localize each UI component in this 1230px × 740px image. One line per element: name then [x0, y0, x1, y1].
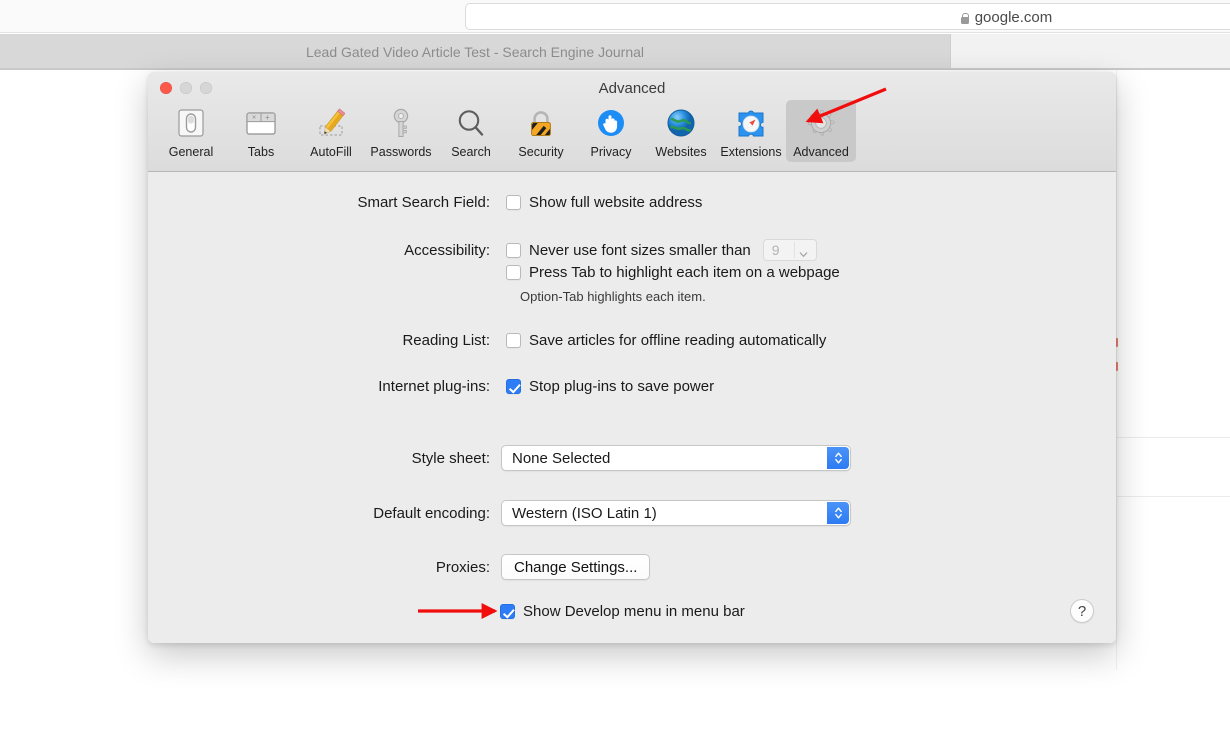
- toolbar-item-advanced[interactable]: Advanced: [786, 100, 856, 162]
- never-use-font-sizes-checkbox[interactable]: [506, 243, 521, 258]
- save-articles-offline-checkbox[interactable]: [506, 333, 521, 348]
- row-reading-list: Reading List: Save articles for offline …: [148, 332, 826, 349]
- toolbar-label: Extensions: [720, 145, 781, 159]
- toolbar-label: Search: [451, 145, 491, 159]
- default-encoding-select[interactable]: Western (ISO Latin 1): [501, 500, 851, 526]
- show-full-website-address-checkbox[interactable]: [506, 195, 521, 210]
- toolbar-item-privacy[interactable]: Privacy: [576, 100, 646, 162]
- smart-search-field-label: Smart Search Field:: [148, 194, 490, 211]
- preferences-toolbar: General × + Tabs: [156, 100, 856, 162]
- browser-tab-adjacent[interactable]: [950, 34, 1230, 69]
- proxies-label: Proxies:: [148, 559, 490, 576]
- style-sheet-label: Style sheet:: [148, 450, 490, 467]
- padlock-icon: [520, 104, 562, 144]
- lock-icon: [960, 12, 970, 24]
- stop-plugins-save-power-checkbox[interactable]: [506, 379, 521, 394]
- globe-icon: [660, 104, 702, 144]
- minifont-divider: [794, 242, 795, 258]
- tab-bar-divider: [0, 68, 1230, 70]
- toolbar-label: Tabs: [248, 145, 274, 159]
- press-tab-highlight-label: Press Tab to highlight each item on a we…: [529, 264, 840, 281]
- puzzle-compass-icon: [730, 104, 772, 144]
- minimum-font-size-value: 9: [764, 242, 780, 258]
- preferences-window: Advanced General: [148, 72, 1116, 643]
- browser-tab-title[interactable]: Lead Gated Video Article Test - Search E…: [0, 34, 950, 69]
- stop-plugins-save-power-label: Stop plug-ins to save power: [529, 378, 714, 395]
- browser-toolbar: google.com: [0, 0, 1230, 33]
- press-tab-highlight-checkbox[interactable]: [506, 265, 521, 280]
- toolbar-item-security[interactable]: Security: [506, 100, 576, 162]
- show-full-website-address-label: Show full website address: [529, 194, 702, 211]
- pencil-autofill-icon: [310, 104, 352, 144]
- address-bar-url: google.com: [975, 9, 1053, 26]
- toolbar-item-search[interactable]: Search: [436, 100, 506, 162]
- help-button[interactable]: ?: [1070, 599, 1094, 623]
- row-accessibility-press-tab: Press Tab to highlight each item on a we…: [148, 264, 840, 281]
- toolbar-item-autofill[interactable]: AutoFill: [296, 100, 366, 162]
- updown-arrows-icon: [827, 502, 849, 524]
- toolbar-label: AutoFill: [310, 145, 352, 159]
- style-sheet-select[interactable]: None Selected: [501, 445, 851, 471]
- row-accessibility-min-font: Accessibility: Never use font sizes smal…: [148, 239, 817, 261]
- change-settings-button[interactable]: Change Settings...: [501, 554, 650, 580]
- toolbar-label: Security: [518, 145, 563, 159]
- row-smart-search-field: Smart Search Field: Show full website ad…: [148, 194, 868, 211]
- page-horizontal-rule: [1106, 496, 1230, 497]
- toolbar-label: Privacy: [591, 145, 632, 159]
- toolbar-label: Advanced: [793, 145, 849, 159]
- toolbar-item-extensions[interactable]: Extensions: [716, 100, 786, 162]
- updown-arrows-icon: [827, 447, 849, 469]
- show-develop-menu-label: Show Develop menu in menu bar: [523, 603, 745, 620]
- svg-text:+: +: [265, 113, 270, 122]
- toolbar-label: Passwords: [370, 145, 431, 159]
- chevron-down-icon: [799, 246, 808, 255]
- magnifier-icon: [450, 104, 492, 144]
- key-icon: [380, 104, 422, 144]
- row-proxies: Proxies: Change Settings...: [148, 554, 650, 580]
- svg-text:×: ×: [252, 115, 256, 122]
- advanced-settings-pane: Smart Search Field: Show full website ad…: [148, 172, 1116, 643]
- row-develop-menu: Show Develop menu in menu bar: [148, 603, 745, 620]
- page-horizontal-rule: [1106, 437, 1230, 438]
- window-title: Advanced: [148, 80, 1116, 97]
- minimum-font-size-select[interactable]: 9: [763, 239, 817, 261]
- default-encoding-value: Western (ISO Latin 1): [502, 505, 657, 522]
- internet-plugins-label: Internet plug-ins:: [148, 378, 490, 395]
- toolbar-label: Websites: [655, 145, 706, 159]
- accessibility-hint-text: Option-Tab highlights each item.: [520, 289, 706, 304]
- reading-list-label: Reading List:: [148, 332, 490, 349]
- general-switch-icon: [170, 104, 212, 144]
- row-style-sheet: Style sheet: None Selected: [148, 445, 851, 471]
- default-encoding-label: Default encoding:: [148, 505, 490, 522]
- row-accessibility-hint: Option-Tab highlights each item.: [148, 289, 706, 304]
- row-internet-plugins: Internet plug-ins: Stop plug-ins to save…: [148, 378, 714, 395]
- toolbar-item-general[interactable]: General: [156, 100, 226, 162]
- toolbar-label: General: [169, 145, 213, 159]
- save-articles-offline-label: Save articles for offline reading automa…: [529, 332, 826, 349]
- style-sheet-value: None Selected: [502, 450, 610, 467]
- toolbar-item-websites[interactable]: Websites: [646, 100, 716, 162]
- gear-icon: [800, 104, 842, 144]
- window-titlebar: Advanced General: [148, 72, 1116, 172]
- toolbar-item-passwords[interactable]: Passwords: [366, 100, 436, 162]
- row-default-encoding: Default encoding: Western (ISO Latin 1): [148, 500, 851, 526]
- address-bar[interactable]: google.com: [465, 3, 1230, 30]
- toolbar-item-tabs[interactable]: × + Tabs: [226, 100, 296, 162]
- accessibility-label: Accessibility:: [148, 242, 490, 259]
- hand-icon: [590, 104, 632, 144]
- tabs-icon: × +: [240, 104, 282, 144]
- never-use-font-sizes-label: Never use font sizes smaller than: [529, 242, 751, 259]
- show-develop-menu-checkbox[interactable]: [500, 604, 515, 619]
